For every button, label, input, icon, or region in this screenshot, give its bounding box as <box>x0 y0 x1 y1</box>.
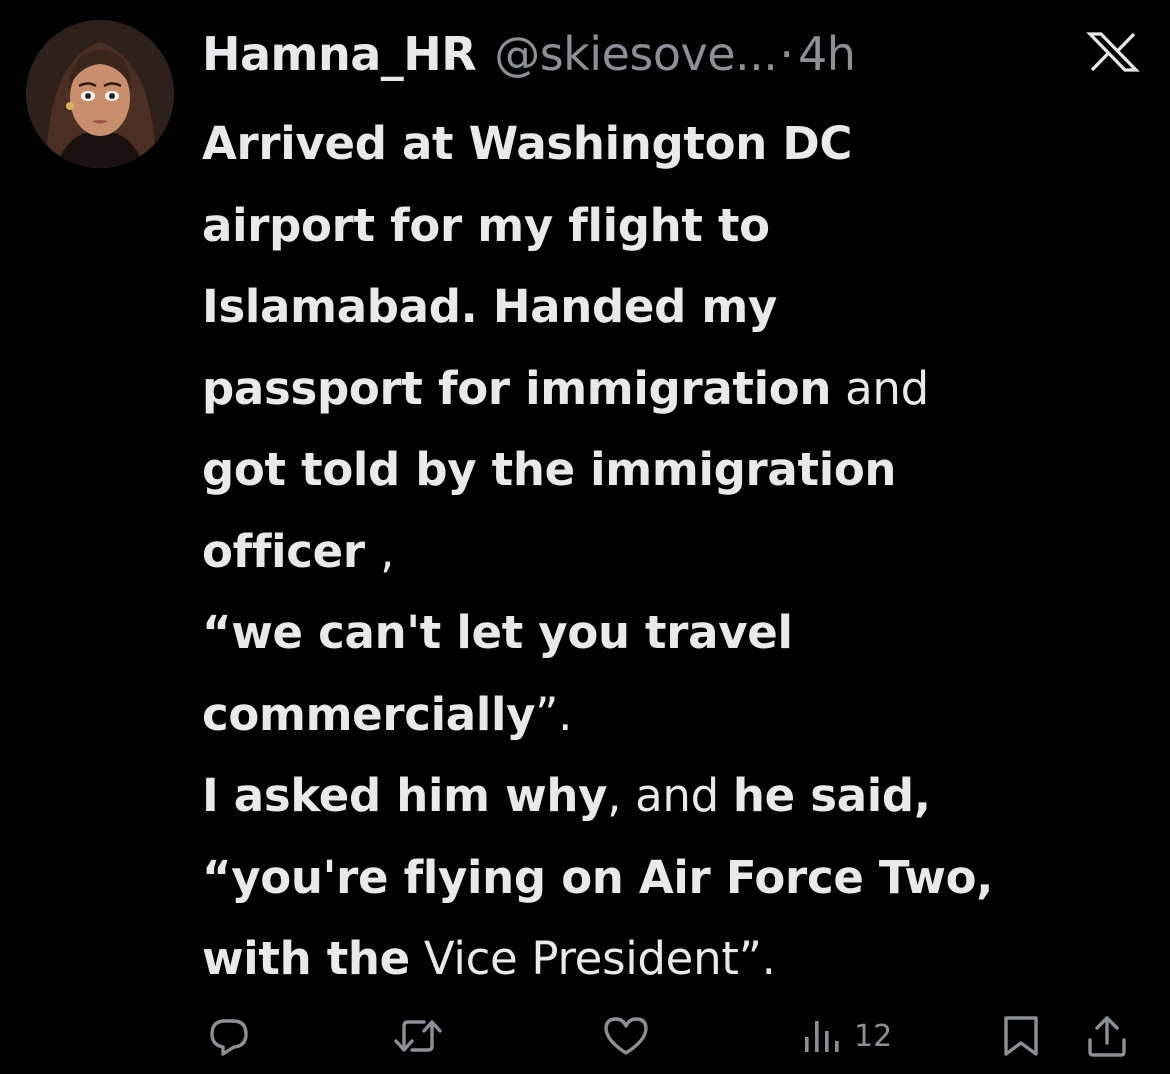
tweet-text-line: officer , <box>202 511 1152 593</box>
tweet-text-segment: “we can't let you travel <box>202 606 793 659</box>
like-button[interactable] <box>601 1008 651 1064</box>
retweet-icon <box>394 1020 442 1052</box>
bookmark-button[interactable] <box>1000 1008 1042 1064</box>
tweet-text-line: got told by the immigration <box>202 429 1152 511</box>
avatar[interactable] <box>26 20 174 168</box>
tweet-text-line: Islamabad. Handed my <box>202 266 1152 348</box>
tweet-text-segment: got told by the immigration <box>202 443 897 496</box>
tweet-text-segment: passport for immigration <box>202 361 832 415</box>
tweet-text-line: I asked him why, and he said, <box>202 755 1152 837</box>
timestamp[interactable]: 4h <box>798 24 856 84</box>
tweet-text-segment: airport for my flight to <box>202 198 770 252</box>
tweet-text-segment: , and <box>607 769 733 822</box>
bookmark-icon <box>1004 1016 1038 1056</box>
tweet-text-segment: “you're flying on Air Force Two, <box>202 850 994 904</box>
tweet-text-line: “you're flying on Air Force Two, <box>202 837 1152 919</box>
tweet[interactable]: Hamna_HR @skiesove... · 4h Arrived at Wa… <box>0 0 1170 1074</box>
tweet-text-segment: Vice President”. <box>409 932 776 985</box>
tweet-text-line: airport for my flight to <box>202 185 1152 267</box>
views-count: 12 <box>854 1018 893 1054</box>
tweet-body: Arrived at Washington DC airport for my f… <box>202 103 1152 1000</box>
tweet-text-line: commercially”. <box>202 674 1152 756</box>
tweet-text-segment: and <box>831 361 929 415</box>
header-separator: · <box>779 27 794 81</box>
reply-button[interactable] <box>206 1008 252 1064</box>
tweet-text-segment: officer <box>202 524 381 578</box>
tweet-header: Hamna_HR @skiesove... · 4h <box>202 24 856 84</box>
tweet-text-line: passport for immigration and <box>202 348 1152 430</box>
x-logo-icon <box>1086 32 1140 72</box>
tweet-text-line: Arrived at Washington DC <box>202 103 1152 185</box>
tweet-text-segment: , <box>380 524 395 578</box>
tweet-text-segment: ”. <box>535 687 573 741</box>
user-handle[interactable]: @skiesove... <box>494 24 778 84</box>
views-button[interactable]: 12 <box>802 1008 892 1064</box>
tweet-text-line: with the Vice President”. <box>202 918 1152 1000</box>
tweet-text-segment: commercially <box>202 687 536 741</box>
tweet-text-segment: Islamabad. Handed my <box>202 280 778 333</box>
share-icon <box>1088 1016 1126 1057</box>
tweet-text-segment: Arrived at Washington DC <box>202 117 853 170</box>
reply-icon <box>210 1019 248 1056</box>
tweet-text-segment: he said, <box>732 769 931 822</box>
tweet-text-segment: with the <box>202 932 410 985</box>
avatar-image <box>26 20 174 168</box>
tweet-text-segment: I asked him why <box>202 769 608 822</box>
tweet-text-line: “we can't let you travel <box>202 592 1152 674</box>
tweet-actions: 12 <box>0 1008 1170 1064</box>
share-button[interactable] <box>1084 1008 1130 1064</box>
retweet-button[interactable] <box>392 1008 444 1064</box>
views-bar-chart-icon <box>805 1021 839 1052</box>
heart-icon <box>604 1017 648 1055</box>
display-name[interactable]: Hamna_HR <box>202 24 477 84</box>
